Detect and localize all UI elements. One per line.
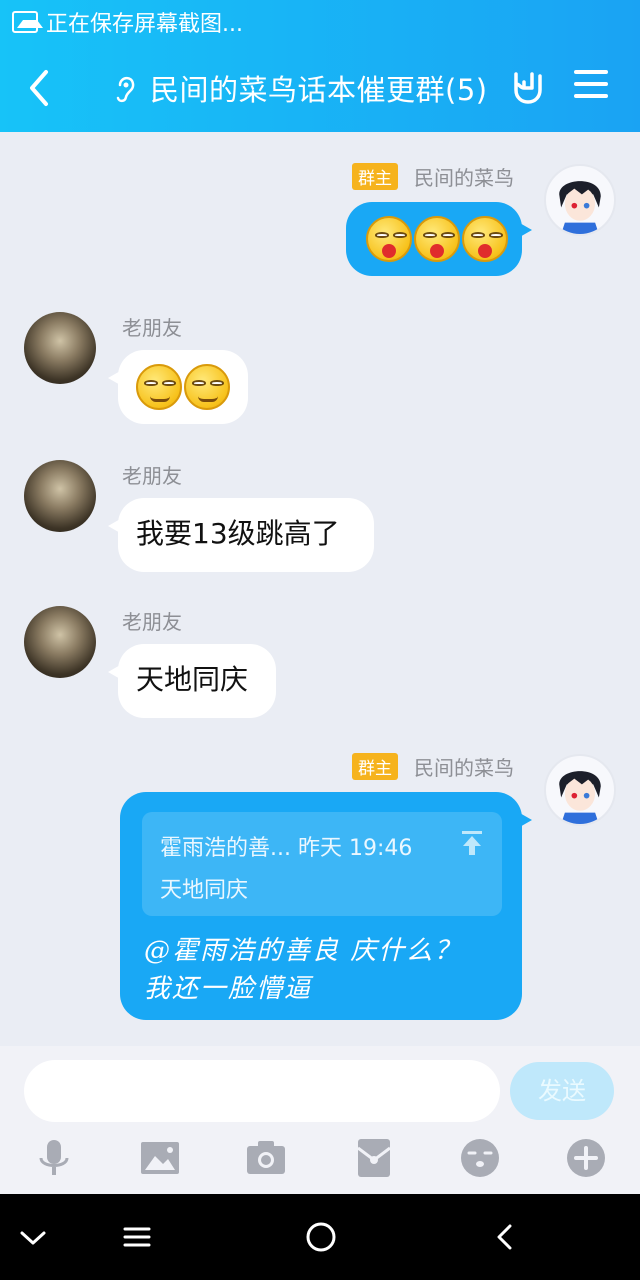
chat-area[interactable]: 群主 民间的菜鸟 老朋友 老朋友 我要13级跳高了 老朋友 天地同庆 群主 民间… [0, 132, 640, 1046]
chevron-down-icon[interactable] [16, 1222, 50, 1252]
avatar[interactable] [24, 312, 96, 384]
home-icon[interactable] [304, 1220, 338, 1254]
back-icon[interactable] [488, 1222, 522, 1252]
top-header: 正在保存屏幕截图... 民间的菜鸟话本催更群(5) [0, 0, 640, 132]
chat-title: 民间的菜鸟话本催更群(5) [150, 73, 488, 107]
sender-name: 老朋友 [122, 316, 182, 340]
emoji-icon[interactable] [458, 1136, 502, 1180]
back-arrow-icon[interactable] [22, 66, 62, 110]
quote-header: 霍雨浩的善... 昨天 19:46 [160, 836, 413, 861]
menu-icon[interactable] [574, 70, 608, 102]
smirk-emoji [184, 364, 230, 410]
avatar[interactable] [544, 754, 616, 826]
sender-name: 老朋友 [122, 610, 182, 634]
bleeding-face-emoji [414, 216, 460, 262]
message-bubble[interactable] [346, 202, 532, 276]
smirk-emoji [136, 364, 182, 410]
ear-icon [116, 76, 135, 103]
message-input[interactable] [24, 1060, 500, 1122]
sender-name: 民间的菜鸟 [414, 756, 514, 780]
bleeding-face-emoji [462, 216, 508, 262]
image-icon[interactable] [138, 1136, 182, 1180]
menu-icon[interactable] [120, 1222, 154, 1252]
message-text: @霍雨浩的善良 庆什么？ [144, 936, 463, 966]
avatar[interactable] [544, 164, 616, 236]
composer: 发送 [0, 1046, 640, 1194]
avatar[interactable] [24, 460, 96, 532]
message-text: 我要13级跳高了 [136, 517, 340, 550]
bleeding-face-emoji [366, 216, 412, 262]
sender-name: 民间的菜鸟 [414, 166, 514, 190]
message-bubble[interactable]: 我要13级跳高了 [108, 498, 374, 572]
camera-icon[interactable] [244, 1136, 288, 1180]
message-bubble[interactable]: 天地同庆 [108, 644, 276, 718]
send-button[interactable]: 发送 [510, 1062, 614, 1120]
owner-badge: 群主 [352, 753, 398, 780]
toolbar [0, 1136, 640, 1186]
quoted-message[interactable]: 霍雨浩的善... 昨天 19:46 天地同庆 [142, 812, 502, 916]
sender-name: 老朋友 [122, 464, 182, 488]
quote-body: 天地同庆 [160, 878, 249, 903]
microphone-icon[interactable] [32, 1136, 76, 1180]
message-text: 天地同庆 [136, 663, 249, 696]
avatar[interactable] [24, 606, 96, 678]
message-text: 我还一脸懵逼 [144, 974, 313, 1004]
red-packet-icon[interactable] [352, 1136, 396, 1180]
rock-hand-icon[interactable] [506, 66, 548, 108]
navigation-bar [0, 1194, 640, 1280]
status-bar: 正在保存屏幕截图... [0, 0, 640, 44]
owner-badge: 群主 [352, 163, 398, 190]
jump-to-original-icon[interactable] [460, 830, 484, 856]
status-text: 正在保存屏幕截图... [46, 12, 243, 37]
message-bubble[interactable] [108, 350, 248, 424]
title-group[interactable]: 民间的菜鸟话本催更群(5) [112, 44, 502, 132]
reply-message-bubble[interactable]: 霍雨浩的善... 昨天 19:46 天地同庆 @霍雨浩的善良 庆什么？ 我还一脸… [120, 792, 532, 1020]
title-bar: 民间的菜鸟话本催更群(5) [0, 44, 640, 132]
plus-icon[interactable] [564, 1136, 608, 1180]
image-icon [12, 11, 43, 33]
